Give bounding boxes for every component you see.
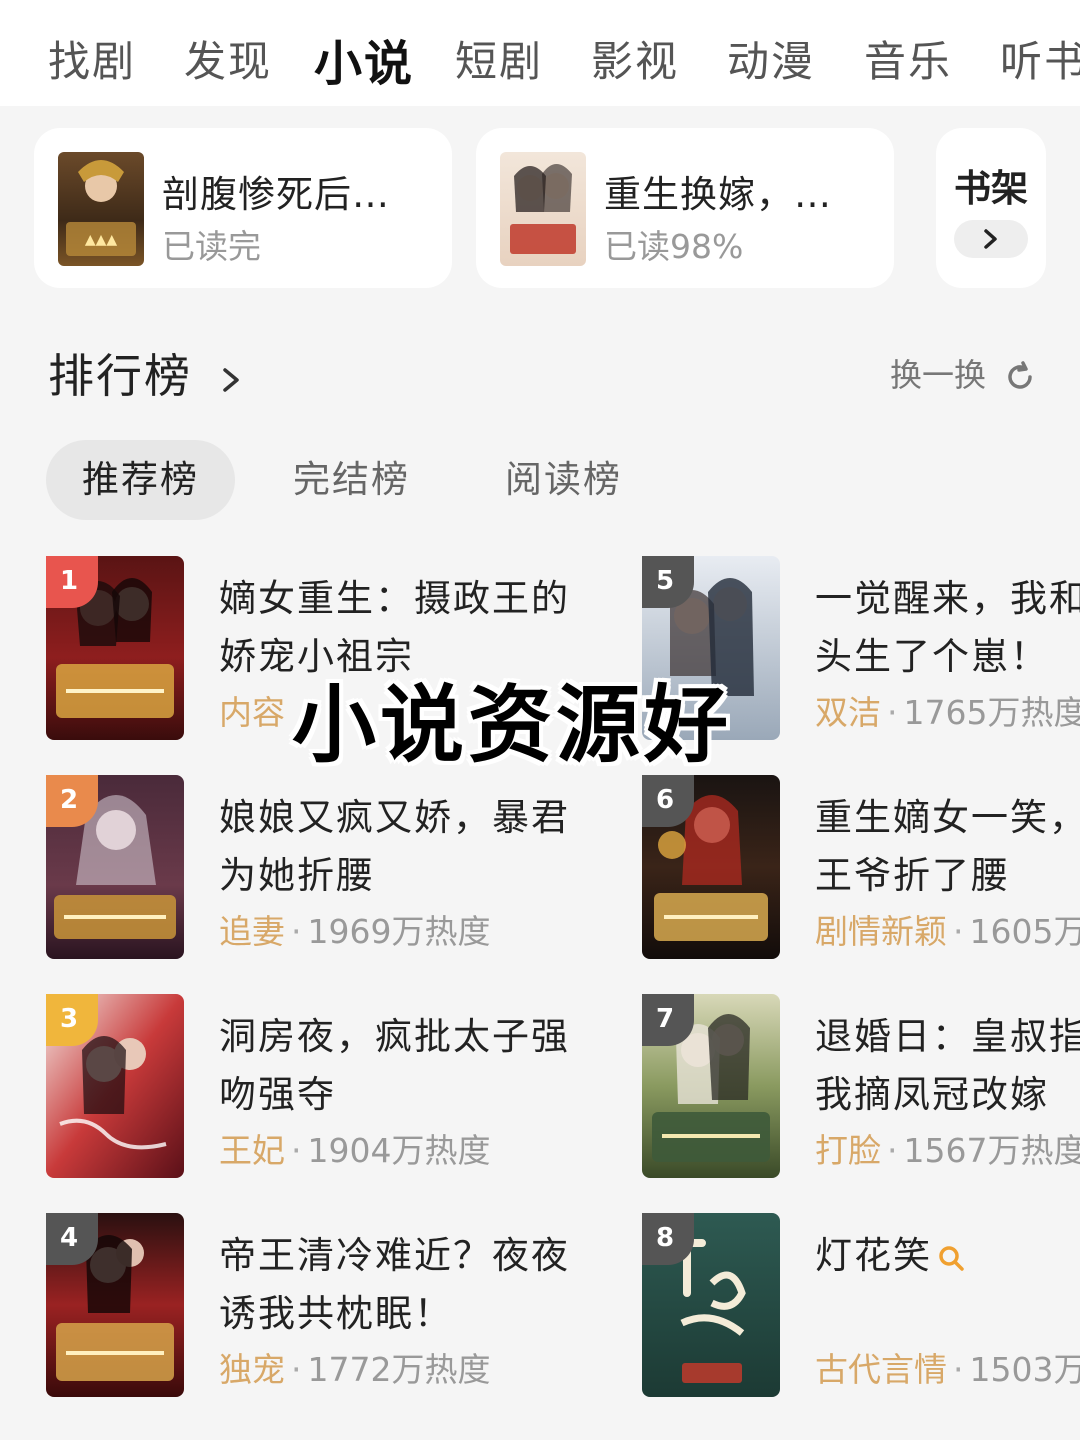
rank-badge: 2 (46, 775, 98, 827)
search-icon[interactable] (936, 1243, 966, 1273)
book-tag: 双洁 (815, 693, 881, 732)
book-title-line2: 吻强夺 (219, 1073, 336, 1116)
book-tag: 剧情新颖 (815, 912, 947, 951)
book-tag: 王妃 (219, 1131, 285, 1170)
top-nav: 找剧 发现 小说 短剧 影视 动漫 音乐 听书 (0, 0, 1080, 106)
book-meta: 内容 (219, 686, 285, 734)
overlay-caption: 小说资源好 (292, 676, 733, 774)
book-title-line2: 为她折腰 (219, 854, 375, 897)
book-cover (500, 152, 586, 266)
book-meta: 追妻 · 1969万热度 (219, 912, 491, 951)
chevron-right-icon (222, 367, 239, 392)
list-item[interactable]: 4 帝王清冷难近？夜夜 诱我共枕眠！ 独宠 · 1772万热度 (46, 1213, 568, 1403)
rank-badge: 3 (46, 994, 98, 1046)
book-heat: 1567万热度 (903, 1131, 1080, 1170)
bookshelf-label: 书架 (954, 167, 1028, 210)
svg-text:▲▲▲: ▲▲▲ (85, 232, 118, 248)
list-item[interactable]: 2 娘娘又疯又娇，暴君 为她折腰 追妻 · 1969万热度 (46, 775, 568, 965)
book-heat: 1503万 (969, 1350, 1080, 1389)
book-heat: 1969万热度 (307, 912, 491, 951)
tab-music[interactable]: 音乐 (864, 28, 952, 89)
read-status: 已读完 (162, 227, 261, 266)
tab-find-drama[interactable]: 找剧 (48, 28, 136, 89)
tab-short-drama[interactable]: 短剧 (455, 28, 543, 89)
book-tag: 古代言情 (815, 1350, 947, 1389)
book-heat: 1765万热度 (903, 693, 1080, 732)
rank-badge: 5 (642, 556, 694, 608)
book-meta: 双洁 · 1765万热度 (815, 686, 1080, 734)
refresh-icon (1008, 361, 1032, 389)
book-heat: 1904万热度 (307, 1131, 491, 1170)
book-title: 帝王清冷难近？夜夜 (219, 1234, 570, 1277)
tab-discover[interactable]: 发现 (184, 28, 272, 89)
book-title-line2: 我摘凤冠改嫁 (815, 1073, 1049, 1116)
recent-book-title: 重生换嫁，… (604, 173, 832, 216)
rank-badge: 6 (642, 775, 694, 827)
tab-anime[interactable]: 动漫 (727, 28, 815, 89)
book-tag: 追妻 (219, 912, 285, 951)
rank-badge: 8 (642, 1213, 694, 1265)
tab-audiobook[interactable]: 听书 (1000, 28, 1080, 89)
book-meta: 独宠 · 1772万热度 (219, 1350, 491, 1389)
book-heat: 1772万热度 (307, 1350, 491, 1389)
list-item[interactable]: 3 洞房夜，疯批太子强 吻强夺 王妃 · 1904万热度 (46, 994, 568, 1184)
rank-badge: 7 (642, 994, 694, 1046)
book-cover: ▲▲▲ (58, 152, 144, 266)
list-item[interactable]: 7 退婚日：皇叔指 我摘凤冠改嫁 打脸 · 1567万热度 (642, 994, 1080, 1184)
book-title: 灯花笑 (815, 1225, 966, 1279)
book-meta: 古代言情 · 1503万 (815, 1343, 1080, 1391)
recent-book-title: 剖腹惨死后… (162, 173, 390, 216)
book-tag: 内容 (219, 693, 285, 732)
book-title: 嫡女重生：摄政王的 (219, 577, 570, 620)
book-title: 退婚日：皇叔指 (815, 1015, 1080, 1058)
chevron-right-icon (984, 229, 997, 249)
bookshelf-card[interactable]: 书架 (936, 128, 1046, 288)
book-title-line2: 头生了个崽！ (815, 635, 1049, 678)
book-title: 重生嫡女一笑， (815, 796, 1080, 839)
rank-badge: 1 (46, 556, 98, 608)
book-title-line2: 王爷折了腰 (815, 854, 1010, 897)
refresh-button[interactable]: 换一换 (890, 350, 1038, 396)
ranking-title[interactable]: 排行榜 (48, 340, 245, 406)
book-title: 一觉醒来，我和 (815, 577, 1080, 620)
book-meta: 打脸 · 1567万热度 (815, 1124, 1080, 1172)
book-meta: 王妃 · 1904万热度 (219, 1131, 491, 1170)
rank-badge: 4 (46, 1213, 98, 1265)
bookshelf-open-button[interactable] (954, 220, 1028, 258)
book-meta: 剧情新颖 · 1605万 (815, 905, 1080, 953)
recent-book-card[interactable]: ▲▲▲ 剖腹惨死后… 已读完 (34, 128, 452, 288)
read-status: 已读98% (604, 227, 744, 266)
recent-book-card[interactable]: 重生换嫁，… 已读98% (476, 128, 894, 288)
tab-film[interactable]: 影视 (591, 28, 679, 89)
book-title-line2: 诱我共枕眠！ (219, 1292, 453, 1335)
book-heat: 1605万 (969, 912, 1080, 951)
book-title: 洞房夜，疯批太子强 (219, 1015, 570, 1058)
list-item[interactable]: 8 灯花笑 古代言情 · 1503万 (642, 1213, 1080, 1403)
tab-reading-rank[interactable]: 阅读榜 (505, 440, 622, 520)
tab-recommend-rank[interactable]: 推荐榜 (46, 440, 235, 520)
tab-novel[interactable]: 小说 (314, 24, 414, 94)
list-item[interactable]: 6 重生嫡女一笑， 王爷折了腰 剧情新颖 · 1605万 (642, 775, 1080, 965)
book-tag: 打脸 (815, 1131, 881, 1170)
book-title: 娘娘又疯又娇，暴君 (219, 796, 570, 839)
tab-finished-rank[interactable]: 完结榜 (293, 440, 410, 520)
book-tag: 独宠 (219, 1350, 285, 1389)
